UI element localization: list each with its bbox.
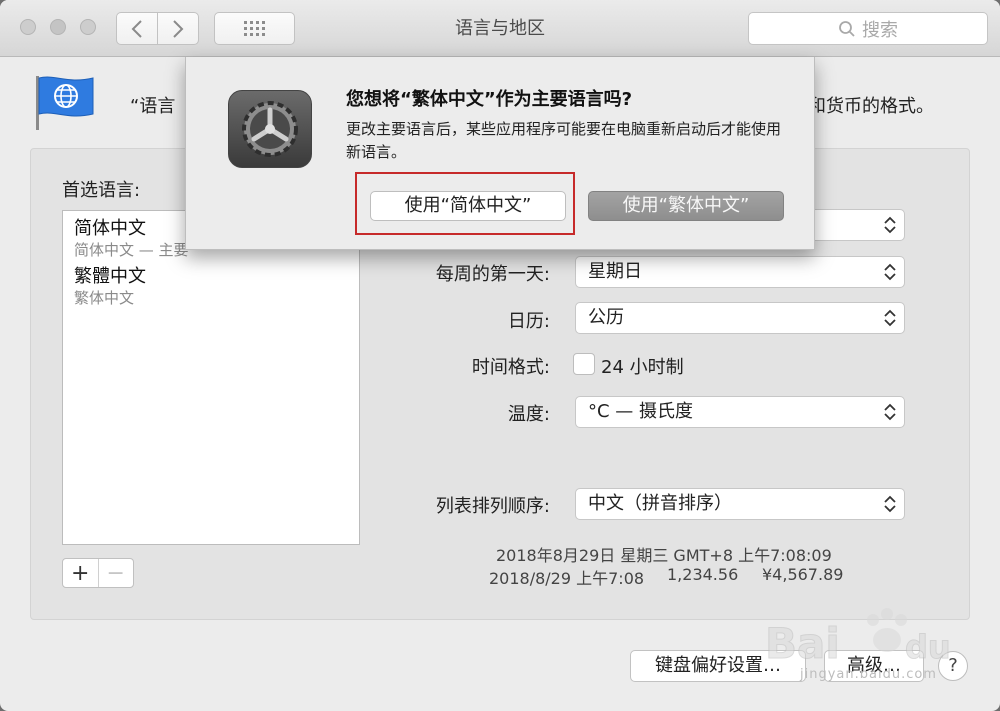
svg-text:Bai: Bai: [765, 619, 840, 668]
watermark-url: jingyan.baidu.com: [800, 667, 937, 682]
sample-date-short: 2018/8/29 上午7:08: [489, 569, 645, 588]
header-description-start: “语言: [130, 96, 176, 117]
temperature-value: °C — 摄氏度: [588, 401, 694, 422]
calendar-select[interactable]: 公历: [575, 302, 905, 334]
language-subtitle: 繁体中文: [74, 289, 135, 307]
calendar-label: 日历:: [507, 311, 550, 332]
sample-number: 1,234.56: [667, 565, 739, 584]
sheet-message: 更改主要语言后，某些应用程序可能要在电脑重新启动后才能使用新语言。: [346, 120, 782, 161]
system-preferences-gear-icon: [228, 90, 312, 168]
preferred-languages-title: 首选语言:: [62, 180, 141, 201]
language-list[interactable]: 简体中文 简体中文 — 主要 繁體中文 繁体中文: [62, 210, 360, 545]
up-down-chevron-icon: [884, 216, 896, 234]
title-bar: 语言与地区 搜索: [0, 0, 1000, 57]
language-name: 繁體中文: [74, 266, 146, 287]
time-format-label: 时间格式:: [471, 357, 550, 378]
temperature-label: 温度:: [507, 404, 550, 425]
confirm-language-sheet: 您想将“繁体中文”作为主要语言吗? 更改主要语言后，某些应用程序可能要在电脑重新…: [185, 57, 815, 250]
baidu-paw-watermark-icon: Bai du: [765, 608, 951, 669]
temperature-select[interactable]: °C — 摄氏度: [575, 396, 905, 428]
first-day-select[interactable]: 星期日: [575, 256, 905, 288]
sort-order-value: 中文（拼音排序）: [588, 493, 732, 514]
calendar-value: 公历: [588, 307, 624, 328]
up-down-chevron-icon: [884, 403, 896, 421]
sort-order-select[interactable]: 中文（拼音排序）: [575, 488, 905, 520]
up-down-chevron-icon: [884, 309, 896, 327]
sample-date-long: 2018年8月29日 星期三 GMT+8 上午7:08:09: [496, 546, 832, 565]
remove-language-button[interactable]: −: [99, 559, 134, 587]
list-item[interactable]: 繁體中文 繁体中文: [63, 259, 359, 307]
use-traditional-chinese-button[interactable]: 使用“繁体中文”: [588, 191, 784, 221]
sheet-title: 您想将“繁体中文”作为主要语言吗?: [346, 89, 633, 110]
first-day-label: 每周的第一天:: [435, 264, 550, 285]
sample-currency: ¥4,567.89: [762, 565, 844, 584]
24-hour-label[interactable]: 24 小时制: [601, 353, 684, 379]
svg-text:du: du: [905, 628, 951, 666]
search-field[interactable]: 搜索: [748, 12, 988, 45]
search-icon: [839, 20, 855, 37]
up-down-chevron-icon: [884, 495, 896, 513]
preferences-window: 语言与地区 搜索 “语言 和货币的格式。 首选语言: 简体中文 简体中文 — 主…: [0, 0, 1000, 711]
header-description-end: 和货币的格式。: [808, 96, 934, 117]
add-remove-control: + −: [62, 558, 134, 588]
up-down-chevron-icon: [884, 263, 896, 281]
first-day-value: 星期日: [588, 261, 642, 282]
globe-flag-icon: [36, 76, 94, 130]
use-simplified-chinese-button[interactable]: 使用“简体中文”: [370, 191, 566, 221]
search-placeholder: 搜索: [862, 19, 898, 41]
24-hour-checkbox[interactable]: [573, 353, 595, 375]
add-language-button[interactable]: +: [63, 559, 99, 587]
sort-order-label: 列表排列顺序:: [435, 496, 550, 517]
